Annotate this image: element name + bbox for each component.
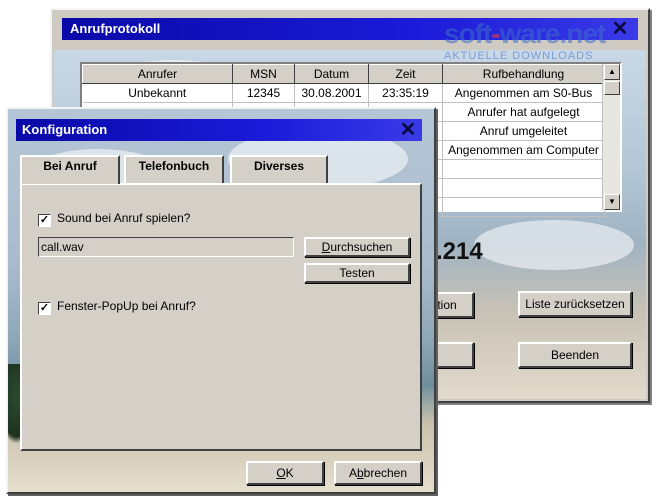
- table-cell: [442, 197, 605, 217]
- sound-checkbox-label: Sound bei Anruf spielen?: [57, 211, 191, 225]
- table-cell: Anruf umgeleitet: [442, 121, 605, 141]
- scroll-thumb[interactable]: [604, 81, 620, 95]
- call-counter: .214: [436, 238, 483, 265]
- cancel-button[interactable]: Abbrechen: [334, 461, 422, 485]
- table-cell: Angenommen am S0-Bus: [442, 83, 605, 103]
- popup-checkbox-row[interactable]: ✓ Fenster-PopUp bei Anruf?: [38, 299, 196, 315]
- column-header[interactable]: Datum: [294, 64, 369, 84]
- ok-button[interactable]: OK: [246, 461, 324, 485]
- column-header[interactable]: Anrufer: [82, 64, 233, 84]
- table-cell: Angenommen am Computer: [442, 140, 605, 160]
- test-sound-button[interactable]: Testen: [304, 263, 410, 283]
- sound-file-field[interactable]: call.wav: [38, 237, 294, 257]
- table-scrollbar[interactable]: ▲ ▼: [602, 64, 620, 210]
- sound-checkbox[interactable]: ✓: [38, 214, 51, 227]
- watermark-tagline: AKTUELLE DOWNLOADS: [444, 50, 594, 62]
- column-header[interactable]: MSN: [232, 64, 295, 84]
- table-cell: 23:35:19: [368, 83, 443, 103]
- watermark-logo: soft-ware.net: [444, 18, 606, 49]
- close-icon[interactable]: ✕: [610, 19, 630, 39]
- column-header[interactable]: Rufbehandlung: [442, 64, 605, 84]
- reset-list-button[interactable]: Liste zurücksetzen: [518, 291, 632, 317]
- table-cell: 30.08.2001: [294, 83, 369, 103]
- scroll-up-icon[interactable]: ▲: [604, 64, 620, 80]
- configuration-title: Konfiguration: [22, 122, 108, 137]
- table-cell: [442, 178, 605, 198]
- scroll-down-icon[interactable]: ▼: [604, 194, 620, 210]
- tab-diverses[interactable]: Diverses: [230, 155, 328, 185]
- sound-checkbox-row[interactable]: ✓ Sound bei Anruf spielen?: [38, 211, 190, 227]
- table-cell: 12345: [232, 83, 295, 103]
- close-icon[interactable]: ✕: [398, 120, 418, 140]
- quit-button[interactable]: Beenden: [518, 342, 632, 368]
- popup-checkbox-label: Fenster-PopUp bei Anruf?: [57, 299, 196, 313]
- browse-button[interactable]: Durchsuchen: [304, 237, 410, 257]
- table-row[interactable]: Unbekannt 12345 30.08.2001 23:35:19 Angenomm…: [82, 83, 605, 103]
- tab-panel-bei-anruf: ✓ Sound bei Anruf spielen? call.wav Durch…: [20, 183, 422, 451]
- tab-telefonbuch[interactable]: Telefonbuch: [124, 155, 224, 185]
- configuration-titlebar[interactable]: Konfiguration ✕: [16, 119, 422, 141]
- popup-checkbox[interactable]: ✓: [38, 302, 51, 315]
- table-cell: Unbekannt: [82, 83, 233, 103]
- table-cell: [442, 159, 605, 179]
- tab-bei-anruf[interactable]: Bei Anruf: [20, 155, 120, 184]
- call-log-title: Anrufprotokoll: [70, 21, 161, 36]
- column-header[interactable]: Zeit: [368, 64, 443, 84]
- table-cell: Anrufer hat aufgelegt: [442, 102, 605, 122]
- table-header-row: Anrufer MSN Datum Zeit Rufbehandlung: [82, 64, 605, 84]
- configuration-dialog: Konfiguration ✕ Telefonbuch Diverses ✓ So…: [6, 107, 436, 494]
